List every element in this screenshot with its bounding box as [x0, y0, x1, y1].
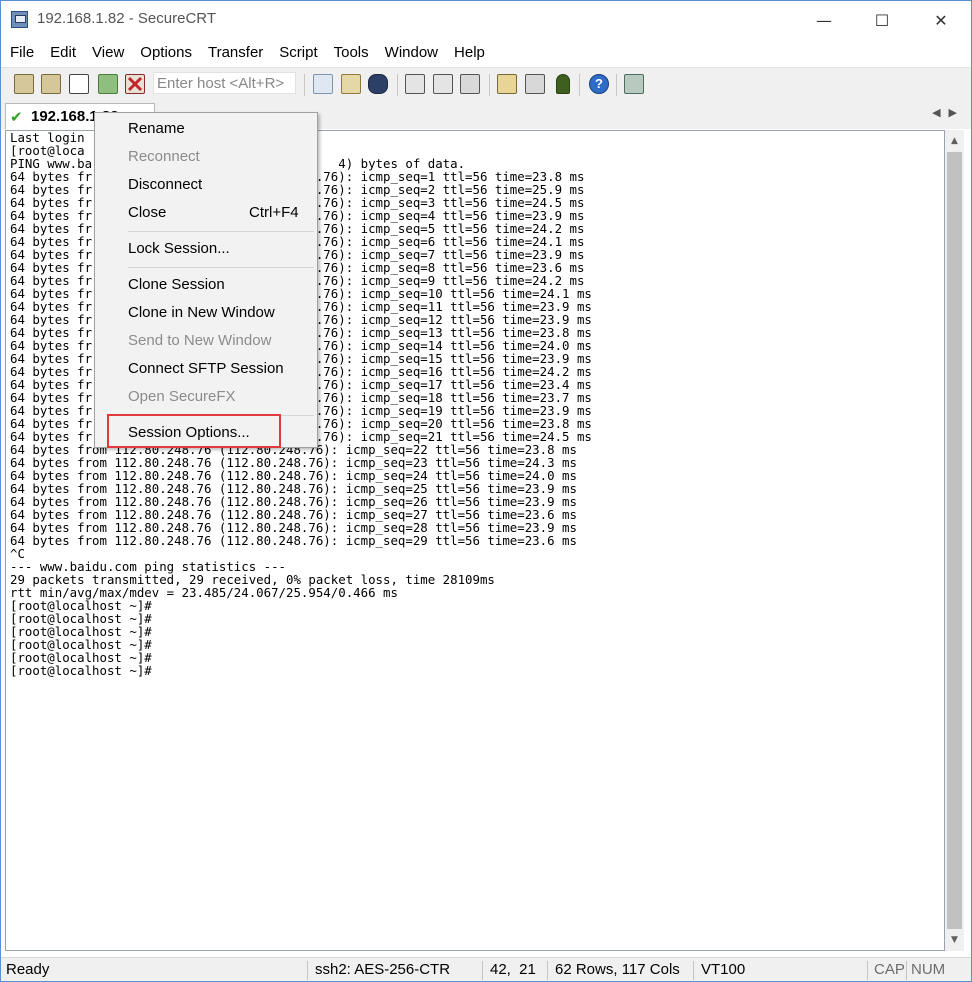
- toolbar-separator: [304, 74, 305, 96]
- status-divider: [906, 961, 907, 980]
- status-terminal-size: 62 Rows, 117 Cols: [555, 961, 680, 978]
- menu-item-close[interactable]: Close: [128, 204, 166, 221]
- status-divider: [482, 961, 483, 980]
- status-bar: Ready ssh2: AES-256-CTR 42, 21 62 Rows, …: [1, 957, 971, 981]
- scroll-down-arrow-icon[interactable]: ▼: [945, 931, 964, 949]
- status-encryption: ssh2: AES-256-CTR: [315, 961, 451, 978]
- menu-item-send-to-new-window: Send to New Window: [128, 332, 272, 349]
- tab-scroll-arrows-icon[interactable]: ◀▶: [932, 106, 965, 119]
- connect-icon[interactable]: [14, 74, 34, 94]
- minimize-button[interactable]: —: [801, 1, 847, 39]
- toolbar-separator: [489, 74, 490, 96]
- keymap-icon[interactable]: [556, 74, 570, 94]
- status-cursor-position: 42, 21: [490, 961, 536, 978]
- menu-item-rename[interactable]: Rename: [128, 120, 185, 137]
- menu-separator: [128, 415, 314, 416]
- menu-item-open-securefx: Open SecureFX: [128, 388, 236, 405]
- securecrt-window: 192.168.1.82 - SecureCRT — ☐ ✕ File Edit…: [0, 0, 972, 982]
- session-options-icon[interactable]: [497, 74, 517, 94]
- menu-separator: [128, 231, 314, 232]
- terminal-line: 64 bytes from 112.80.248.76 (112.80.248.…: [10, 533, 577, 548]
- toolbar-separator: [397, 74, 398, 96]
- status-caps-lock: CAP: [874, 961, 905, 978]
- scroll-up-arrow-icon[interactable]: ▲: [945, 132, 964, 150]
- toolbar-separator: [579, 74, 580, 96]
- menu-item-connect-sftp-session[interactable]: Connect SFTP Session: [128, 360, 284, 377]
- maximize-button[interactable]: ☐: [859, 1, 905, 39]
- menu-item-close-shortcut: Ctrl+F4: [249, 204, 299, 221]
- toolbar-separator: [616, 74, 617, 96]
- disconnect-icon[interactable]: [125, 74, 145, 94]
- paste-icon[interactable]: [341, 74, 361, 94]
- global-options-icon[interactable]: [525, 74, 545, 94]
- status-terminal-type: VT100: [701, 961, 746, 978]
- menu-edit[interactable]: Edit: [41, 44, 83, 61]
- connect-in-tab-icon[interactable]: [69, 74, 89, 94]
- menu-file[interactable]: File: [1, 44, 41, 61]
- copy-icon[interactable]: [313, 74, 333, 94]
- scrollbar-thumb[interactable]: [947, 152, 962, 929]
- menu-tools[interactable]: Tools: [325, 44, 376, 61]
- securecrt-app-icon: [11, 11, 28, 28]
- menu-item-reconnect: Reconnect: [128, 148, 200, 165]
- status-divider: [693, 961, 694, 980]
- menu-options[interactable]: Options: [131, 44, 199, 61]
- print-icon[interactable]: [460, 74, 480, 94]
- print-selection-icon[interactable]: [433, 74, 453, 94]
- menu-bar: File Edit View Options Transfer Script T…: [1, 39, 971, 66]
- vertical-scrollbar[interactable]: ▲ ▼: [945, 130, 964, 951]
- status-divider: [307, 961, 308, 980]
- menu-item-disconnect[interactable]: Disconnect: [128, 176, 202, 193]
- window-title: 192.168.1.82 - SecureCRT: [37, 10, 216, 27]
- toolbar: ?: [1, 67, 971, 101]
- status-ready: Ready: [6, 961, 50, 978]
- help-icon[interactable]: ?: [589, 74, 609, 94]
- menu-window[interactable]: Window: [376, 44, 445, 61]
- quick-connect-icon[interactable]: [41, 74, 61, 94]
- close-window-button[interactable]: ✕: [918, 1, 964, 39]
- tab-context-menu: Rename Reconnect Disconnect Close Ctrl+F…: [94, 112, 318, 448]
- status-divider: [867, 961, 868, 980]
- connected-check-icon: ✔: [10, 108, 23, 126]
- menu-item-lock-session[interactable]: Lock Session...: [128, 240, 230, 257]
- print-screen-icon[interactable]: [405, 74, 425, 94]
- title-bar: 192.168.1.82 - SecureCRT — ☐ ✕: [1, 1, 971, 39]
- status-num-lock: NUM: [911, 961, 946, 978]
- menu-separator: [128, 267, 314, 268]
- find-icon[interactable]: [368, 74, 388, 94]
- menu-help[interactable]: Help: [445, 44, 492, 61]
- menu-item-clone-session[interactable]: Clone Session: [128, 276, 225, 293]
- menu-transfer[interactable]: Transfer: [199, 44, 270, 61]
- reconnect-icon[interactable]: [98, 74, 118, 94]
- status-divider: [547, 961, 548, 980]
- menu-view[interactable]: View: [83, 44, 131, 61]
- terminal-line: [root@localhost ~]#: [10, 663, 152, 678]
- menu-item-clone-in-new-window[interactable]: Clone in New Window: [128, 304, 275, 321]
- menu-script[interactable]: Script: [270, 44, 324, 61]
- enter-host-input[interactable]: [153, 72, 296, 94]
- sftp-icon[interactable]: [624, 74, 644, 94]
- menu-item-session-options[interactable]: Session Options...: [128, 424, 250, 441]
